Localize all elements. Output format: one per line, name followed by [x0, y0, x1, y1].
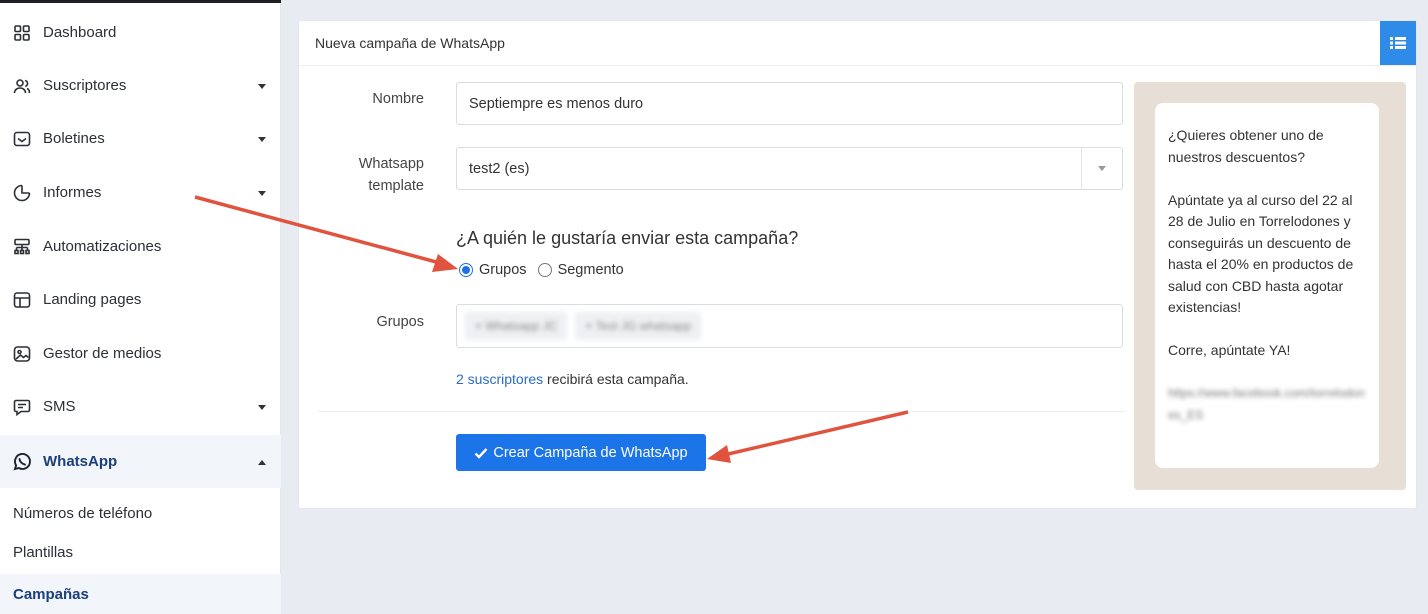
chevron-down-icon [258, 83, 266, 89]
sidebar-top-border [0, 0, 281, 3]
sidebar-item-boletines[interactable]: Boletines [0, 112, 281, 165]
group-chip[interactable]: × Test JG whatsapp [575, 312, 701, 340]
radio-groups-label: Grupos [479, 262, 527, 278]
subscribers-link[interactable]: 2 suscriptores [456, 371, 543, 387]
audience-question: ¿A quién le gustaría enviar esta campaña… [456, 228, 799, 248]
users-icon [11, 75, 33, 97]
message-preview-panel: ¿Quieres obtener uno de nuestros descuen… [1134, 82, 1406, 490]
sidebar-item-dashboard[interactable]: Dashboard [0, 6, 281, 59]
sidebar-item-label: Boletines [43, 130, 105, 147]
sidebar-item-label: SMS [43, 398, 76, 415]
card-title: Nueva campaña de WhatsApp [315, 35, 505, 51]
message-icon [11, 396, 33, 418]
template-select[interactable]: test2 (es) [456, 147, 1123, 190]
preview-paragraph: Corre, apúntate YA! [1168, 342, 1291, 358]
audience-radio-group: Grupos Segmento [459, 262, 624, 278]
name-value: Septiempre es menos duro [469, 95, 644, 112]
template-label: Whatsapp template [329, 153, 424, 197]
groups-label: Grupos [376, 314, 424, 330]
sidebar-subitem-label: Campañas [13, 585, 89, 603]
subscribers-text: recibirá esta campaña. [543, 371, 689, 387]
sidebar-subitem-campanas[interactable]: Campañas [0, 574, 281, 614]
message-preview-bubble: ¿Quieres obtener uno de nuestros descuen… [1155, 103, 1379, 468]
grid-icon [11, 22, 33, 44]
sidebar-item-landing-pages[interactable]: Landing pages [0, 273, 281, 326]
sidebar-item-label: Automatizaciones [43, 238, 162, 255]
sidebar-item-suscriptores[interactable]: Suscriptores [0, 59, 281, 112]
preview-paragraph: ¿Quieres obtener uno de nuestros descuen… [1168, 127, 1324, 165]
sidebar-item-informes[interactable]: Informes [0, 166, 281, 219]
template-value: test2 (es) [469, 160, 530, 177]
groups-field[interactable]: × Whatsapp JC × Test JG whatsapp [456, 304, 1123, 348]
sidebar-subitem-numeros[interactable]: Números de teléfono [0, 493, 281, 533]
chevron-up-icon [258, 459, 266, 465]
preview-link: https://www.facebook.com/torrelodones_ES [1168, 386, 1365, 422]
chevron-down-icon [258, 136, 266, 142]
sidebar-item-label: Gestor de medios [43, 345, 162, 362]
campaign-card: Nueva campaña de WhatsApp Nombre Septiem… [298, 20, 1417, 509]
radio-groups[interactable] [459, 263, 473, 277]
sidebar-item-label: Landing pages [43, 291, 142, 308]
list-icon [1390, 37, 1406, 49]
radio-segment-label: Segmento [557, 262, 624, 278]
check-icon [475, 447, 488, 459]
sidebar-item-label: Suscriptores [43, 77, 127, 94]
sidebar-item-sms[interactable]: SMS [0, 380, 281, 433]
template-label-line2: template [368, 178, 424, 194]
preview-paragraph: Apúntate ya al curso del 22 al 28 de Jul… [1168, 191, 1354, 316]
layout-icon [11, 289, 33, 311]
card-header: Nueva campaña de WhatsApp [299, 21, 1416, 66]
create-campaign-label: Crear Campaña de WhatsApp [493, 444, 688, 461]
list-view-button[interactable] [1380, 21, 1416, 65]
name-label: Nombre [372, 91, 424, 107]
hierarchy-icon [11, 236, 33, 258]
subscribers-info: 2 suscriptores recibirá esta campaña. [456, 371, 689, 387]
sidebar-subitem-label: Números de teléfono [13, 504, 153, 522]
sidebar-item-automatizaciones[interactable]: Automatizaciones [0, 220, 281, 273]
chevron-down-icon [1098, 166, 1106, 171]
sidebar-item-gestor-de-medios[interactable]: Gestor de medios [0, 327, 281, 380]
chevron-down-icon [258, 190, 266, 196]
inbox-icon [11, 128, 33, 150]
whatsapp-icon [11, 451, 33, 473]
sidebar-item-label: Informes [43, 184, 102, 201]
group-chip[interactable]: × Whatsapp JC [465, 312, 568, 340]
sidebar-subitem-label: Plantillas [13, 543, 74, 561]
sidebar-subitem-plantillas[interactable]: Plantillas [0, 532, 281, 572]
radio-segment[interactable] [537, 263, 552, 277]
name-field[interactable]: Septiempre es menos duro [456, 82, 1123, 125]
template-label-line1: Whatsapp [358, 156, 424, 172]
pie-chart-icon [11, 182, 33, 204]
chevron-down-icon [258, 404, 266, 410]
sidebar-item-label: WhatsApp [43, 453, 118, 470]
create-campaign-button[interactable]: Crear Campaña de WhatsApp [456, 434, 706, 471]
sidebar-item-whatsapp[interactable]: WhatsApp [0, 435, 281, 488]
sidebar-item-label: Dashboard [43, 24, 117, 41]
sidebar: Dashboard Suscriptores Boletines Informe… [0, 0, 281, 614]
image-icon [11, 343, 33, 365]
divider [317, 411, 1125, 412]
select-arrow [1081, 148, 1122, 189]
